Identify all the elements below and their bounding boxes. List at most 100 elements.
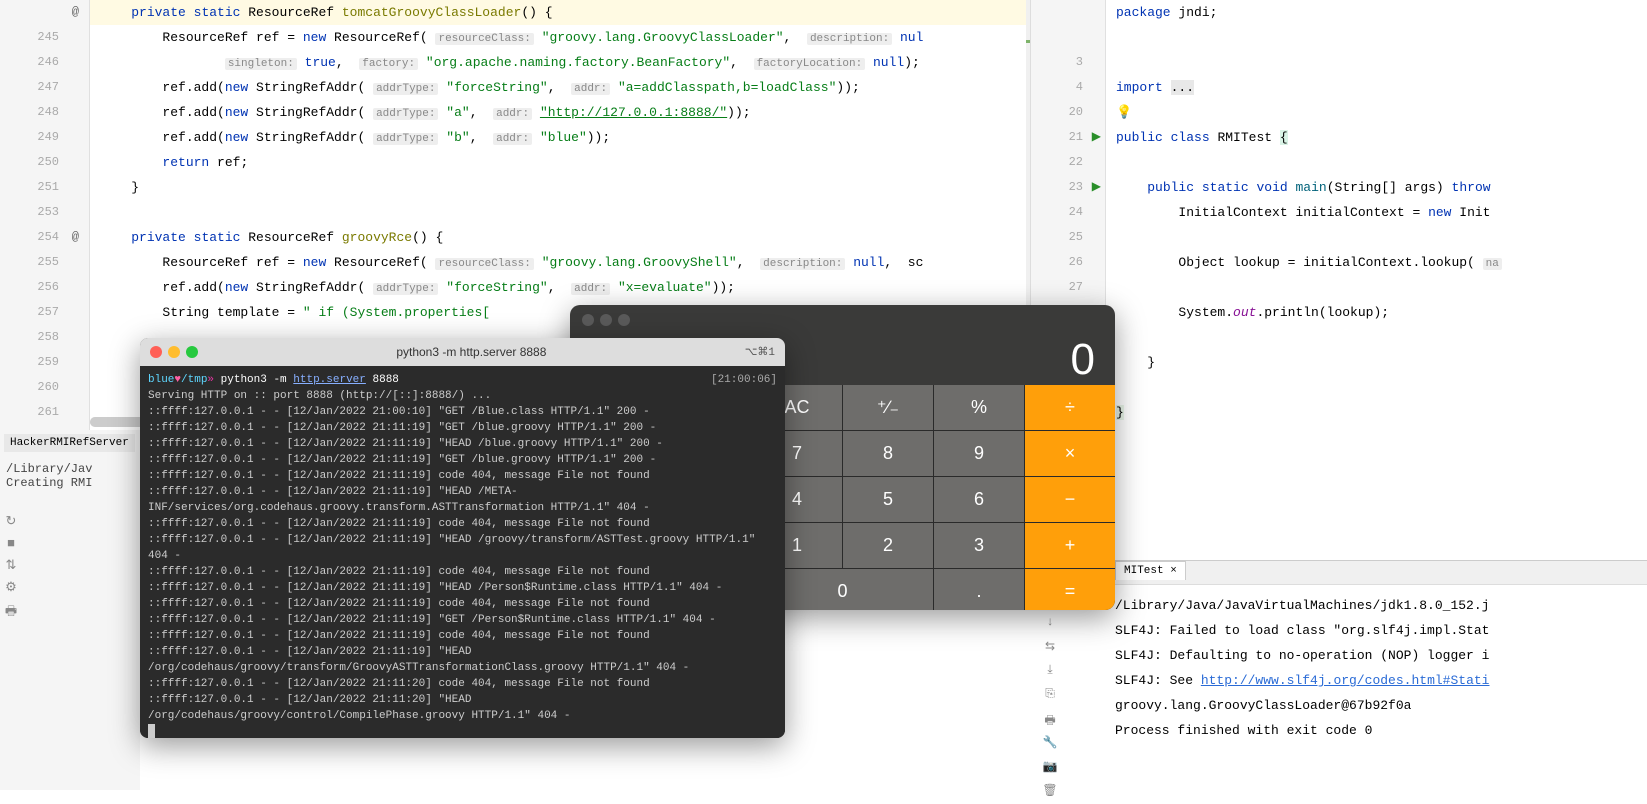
console-line: /Library/Java/JavaVirtualMachines/jdk1.8… <box>1115 593 1637 618</box>
code-line[interactable]: 💡 <box>1116 100 1647 125</box>
code-line[interactable]: package jndi; <box>1116 0 1647 25</box>
code-line[interactable]: ref.add(new StringRefAddr( addrType: "fo… <box>90 275 1030 300</box>
gutter-line-number: 245 <box>0 25 89 50</box>
console-line: Process finished with exit code 0 <box>1115 718 1637 743</box>
calc-btn-+[interactable]: + <box>1025 523 1115 568</box>
console-line: SLF4J: Failed to load class "org.slf4j.i… <box>1115 618 1637 643</box>
gutter-line-number: 247 <box>0 75 89 100</box>
gutter-line-number: 250 <box>0 150 89 175</box>
print-icon[interactable]: 🖶 <box>2 602 20 620</box>
calc-btn-8[interactable]: 8 <box>843 431 933 476</box>
gutter-line-number: 27 <box>1031 275 1105 300</box>
calc-min-icon[interactable] <box>600 314 612 326</box>
code-line[interactable]: ResourceRef ref = new ResourceRef( resou… <box>90 250 1030 275</box>
calc-btn-=[interactable]: = <box>1025 569 1115 610</box>
code-line[interactable]: ResourceRef ref = new ResourceRef( resou… <box>90 25 1030 50</box>
rerun-icon[interactable]: ↻ <box>2 514 20 532</box>
code-line[interactable]: return ref; <box>90 150 1030 175</box>
gutter-line-number <box>1031 25 1105 50</box>
calc-titlebar[interactable] <box>570 305 1115 335</box>
term-titlebar[interactable]: python3 -m http.server 8888 ⌥⌘1 <box>140 338 785 366</box>
code-line[interactable]: singleton: true, factory: "org.apache.na… <box>90 50 1030 75</box>
gutter-line-number: 257 <box>0 300 89 325</box>
term-max-icon[interactable] <box>186 346 198 358</box>
term-min-icon[interactable] <box>168 346 180 358</box>
editor-right: 342021▶2223▶2425262728 package jndi;impo… <box>1030 0 1647 560</box>
gutter-line-number: 22 <box>1031 150 1105 175</box>
gutter-line-number: 249 <box>0 125 89 150</box>
filter-icon[interactable]: 🔧 <box>1041 735 1059 753</box>
code-line[interactable] <box>1116 150 1647 175</box>
code-line[interactable]: InitialContext initialContext = new Init <box>1116 200 1647 225</box>
calc-close-icon[interactable] <box>582 314 594 326</box>
close-icon[interactable]: × <box>1170 565 1177 577</box>
gutter-line-number: 259 <box>0 350 89 375</box>
calc-traffic-lights[interactable] <box>582 314 630 326</box>
calc-btn-3[interactable]: 3 <box>934 523 1024 568</box>
term-traffic-lights[interactable] <box>150 346 198 358</box>
code-line[interactable]: } <box>90 175 1030 200</box>
term-close-icon[interactable] <box>150 346 162 358</box>
code-line[interactable] <box>1116 325 1647 350</box>
gutter-line-number: 21▶ <box>1031 125 1105 150</box>
snapshot-icon[interactable]: 📷 <box>1041 759 1059 777</box>
calc-btn-%[interactable]: % <box>934 385 1024 430</box>
code-line[interactable]: ref.add(new StringRefAddr( addrType: "a"… <box>90 100 1030 125</box>
export-icon[interactable]: ⎘ <box>1041 687 1059 705</box>
gutter-line-number: 261 <box>0 400 89 425</box>
settings-icon[interactable]: ⚙ <box>2 580 20 598</box>
calc-btn-×[interactable]: × <box>1025 431 1115 476</box>
code-line[interactable]: public static void main(String[] args) t… <box>1116 175 1647 200</box>
code-line[interactable]: public class RMITest { <box>1116 125 1647 150</box>
calc-btn-.[interactable]: . <box>934 569 1024 610</box>
code-right[interactable]: package jndi; import ...💡public class RMI… <box>1116 0 1647 425</box>
console-line: SLF4J: See http://www.slf4j.org/codes.ht… <box>1115 668 1637 693</box>
calc-btn-−[interactable]: − <box>1025 477 1115 522</box>
calc-btn-⁺∕₋[interactable]: ⁺∕₋ <box>843 385 933 430</box>
trash-icon[interactable]: 🗑 <box>1041 783 1059 801</box>
code-line[interactable] <box>1116 375 1647 400</box>
code-line[interactable]: } <box>1116 350 1647 375</box>
gutter-line-number: 4 <box>1031 75 1105 100</box>
calc-btn-5[interactable]: 5 <box>843 477 933 522</box>
gutter-line-number: 254@ <box>0 225 89 250</box>
calc-btn-6[interactable]: 6 <box>934 477 1024 522</box>
code-line[interactable] <box>1116 50 1647 75</box>
wrap-icon[interactable]: ⇆ <box>1041 639 1059 657</box>
code-line[interactable] <box>1116 25 1647 50</box>
console-link[interactable]: http://www.slf4j.org/codes.html#Stati <box>1201 673 1490 688</box>
code-line[interactable]: Object lookup = initialContext.lookup( n… <box>1116 250 1647 275</box>
breadcrumb-file[interactable]: HackerRMIRefServer <box>4 434 135 452</box>
calc-btn-2[interactable]: 2 <box>843 523 933 568</box>
scroll-end-icon[interactable]: ⤓ <box>1041 663 1059 681</box>
code-line[interactable] <box>1116 225 1647 250</box>
code-line[interactable] <box>90 200 1030 225</box>
terminal-window[interactable]: python3 -m http.server 8888 ⌥⌘1 blue♥/tm… <box>140 338 785 738</box>
gutter-line-number: 255 <box>0 250 89 275</box>
gutter-line-number: 246 <box>0 50 89 75</box>
console-tab[interactable]: MITest × <box>1115 561 1186 580</box>
code-line[interactable]: ref.add(new StringRefAddr( addrType: "fo… <box>90 75 1030 100</box>
code-line[interactable]: ref.add(new StringRefAddr( addrType: "b"… <box>90 125 1030 150</box>
calc-btn-÷[interactable]: ÷ <box>1025 385 1115 430</box>
down-icon[interactable]: ↓ <box>1041 615 1059 633</box>
stop-icon[interactable]: ■ <box>2 536 20 554</box>
term-body[interactable]: blue♥/tmp» python3 -m http.server 8888[2… <box>140 366 785 738</box>
console-content: /Library/Java/JavaVirtualMachines/jdk1.8… <box>1030 585 1647 751</box>
code-line[interactable]: private static ResourceRef groovyRce() { <box>90 225 1030 250</box>
code-line[interactable]: System.out.println(lookup); <box>1116 300 1647 325</box>
code-line[interactable] <box>1116 275 1647 300</box>
console-line: SLF4J: Defaulting to no-operation (NOP) … <box>1115 643 1637 668</box>
gutter-line-number: 3 <box>1031 50 1105 75</box>
code-line[interactable]: private static ResourceRef tomcatGroovyC… <box>90 0 1030 25</box>
code-line[interactable]: import ... <box>1116 75 1647 100</box>
gutter-line-number: 253 <box>0 200 89 225</box>
term-title: python3 -m http.server 8888 <box>198 345 745 359</box>
gutter-line-number: 248 <box>0 100 89 125</box>
layout-icon[interactable]: ⇅ <box>2 558 20 576</box>
code-line[interactable]: } <box>1116 400 1647 425</box>
calc-btn-9[interactable]: 9 <box>934 431 1024 476</box>
run-output-left: /Library/Jav Creating RMI <box>0 456 140 496</box>
calc-max-icon[interactable] <box>618 314 630 326</box>
print2-icon[interactable]: 🖶 <box>1041 711 1059 729</box>
